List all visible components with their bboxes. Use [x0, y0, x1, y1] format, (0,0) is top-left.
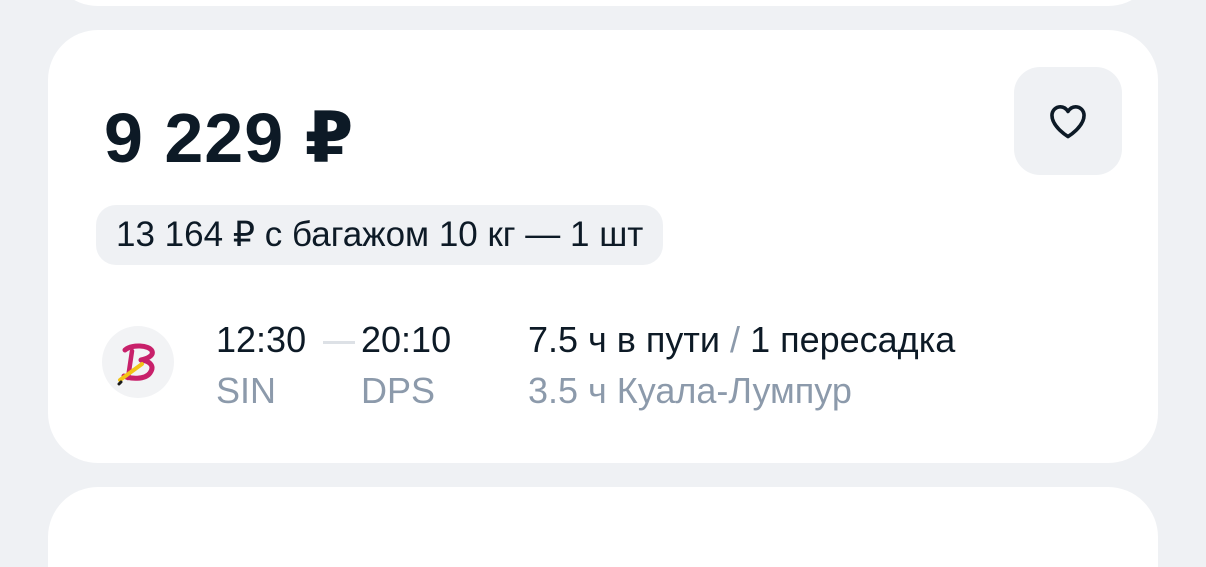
- baggage-option-chip[interactable]: 13 164 ₽ с багажом 10 кг — 1 шт: [96, 205, 664, 265]
- time-separator-dash: [323, 341, 355, 344]
- layover-info: 3.5 ч Куала-Лумпур: [528, 370, 852, 411]
- summary-separator: /: [730, 319, 741, 360]
- departure-airport-code: SIN: [216, 370, 277, 411]
- stops-count: 1 пересадка: [750, 319, 956, 360]
- heart-outline-icon: [1050, 104, 1086, 139]
- add-to-favorites-button[interactable]: [1014, 67, 1122, 175]
- airline-logo: [102, 326, 174, 398]
- flight-result-card[interactable]: 9 229 ₽ 13 164 ₽ с багажом 10 кг — 1 шт …: [48, 30, 1158, 463]
- next-result-card[interactable]: [48, 487, 1158, 567]
- trip-duration: 7.5 ч в пути: [528, 319, 721, 360]
- previous-result-card[interactable]: [48, 0, 1158, 6]
- ticket-price: 9 229 ₽: [104, 99, 355, 177]
- arrival-airport-code: DPS: [361, 370, 436, 411]
- trip-summary: 7.5 ч в пути / 1 пересадка: [528, 319, 955, 361]
- departure-time: 12:30: [216, 319, 307, 360]
- arrival-time: 20:10: [361, 319, 452, 360]
- airline-logo-icon: [117, 343, 155, 386]
- baggage-option-text: 13 164 ₽ с багажом 10 кг — 1 шт: [116, 215, 644, 254]
